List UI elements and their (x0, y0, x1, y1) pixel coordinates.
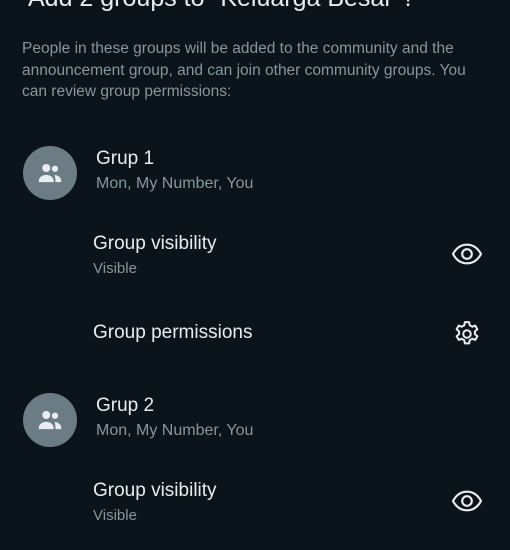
group-visibility-value: Visible (93, 260, 137, 277)
group-item-grup-2[interactable]: Grup 2 Mon, My Number, You (0, 393, 510, 453)
group-visibility-row[interactable]: Group visibility Visible (0, 233, 510, 283)
group-visibility-row[interactable]: Group visibility Visible (0, 480, 510, 530)
group-members: Mon, My Number, You (96, 422, 254, 439)
eye-icon[interactable] (450, 484, 484, 518)
eye-icon[interactable] (450, 237, 484, 271)
group-visibility-label: Group visibility (93, 233, 217, 254)
group-icon (38, 164, 62, 183)
group-visibility-value: Visible (93, 507, 137, 524)
group-permissions-row[interactable]: Group permissions (0, 321, 510, 352)
dialog-description: People in these groups will be added to … (22, 40, 466, 100)
group-name: Grup 2 (96, 395, 155, 416)
group-avatar (23, 146, 77, 200)
gear-icon[interactable] (450, 317, 484, 351)
group-icon (38, 411, 62, 430)
group-item-grup-1[interactable]: Grup 1 Mon, My Number, You (0, 146, 510, 206)
group-avatar (23, 393, 77, 447)
group-name: Grup 1 (96, 148, 155, 169)
group-permissions-label: Group permissions (93, 322, 253, 343)
group-visibility-label: Group visibility (93, 480, 217, 501)
group-members: Mon, My Number, You (96, 175, 254, 192)
dialog-title: Add 2 groups to "Keluarga Besar"? (28, 0, 415, 13)
